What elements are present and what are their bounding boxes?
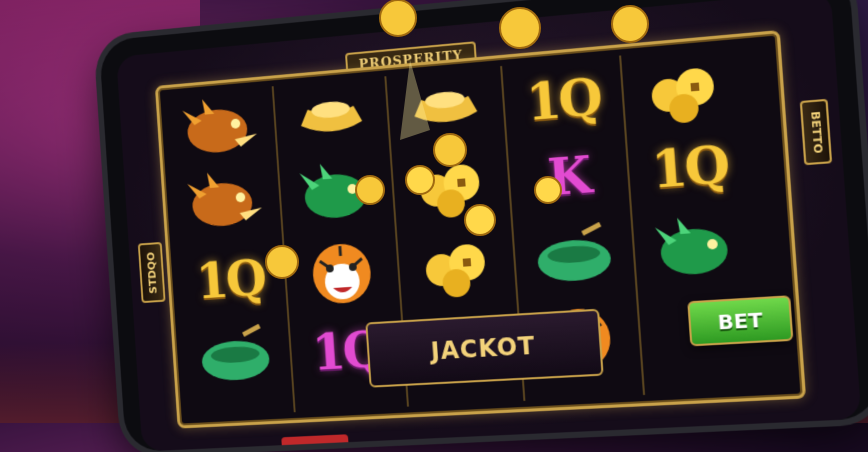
tiger-icon: [284, 230, 400, 312]
dragon-green-icon: [632, 205, 758, 291]
dragon-green-icon: [279, 151, 395, 234]
tablet-device: PROSPERITY STDQO BETTO 1Q 1Q 1Q K 1Q JAC…: [98, 0, 868, 452]
symbol-1q-gold: 1Q: [649, 133, 730, 200]
symbol-k-magenta: K: [545, 144, 591, 207]
coin-pile-icon: [397, 222, 516, 305]
slot-game-screen: PROSPERITY STDQO BETTO 1Q 1Q 1Q K 1Q JAC…: [116, 0, 862, 452]
symbol-1q-gold: 1Q: [524, 66, 602, 132]
symbol-1q-gold: 1Q: [194, 248, 266, 310]
left-side-plaque: STDQO: [137, 241, 166, 304]
bet-button[interactable]: BET: [687, 295, 794, 347]
coin-pile-icon: [391, 142, 510, 226]
dragon-gold-icon: [169, 160, 282, 242]
jackpot-label: JACKOT: [429, 331, 537, 366]
gold-ingot-icon: [274, 76, 390, 160]
dragon-gold-icon: [164, 86, 277, 169]
jackpot-display: JACKOT: [365, 308, 604, 388]
menu-tab[interactable]: [281, 434, 350, 452]
coin-pile-icon: [621, 45, 747, 133]
jade-bowl-icon: [513, 214, 636, 298]
gold-ingot-icon: [386, 66, 505, 151]
reel-1: 1Q: [163, 86, 296, 418]
jade-bowl-icon: [179, 316, 292, 396]
right-side-plaque: BETTO: [799, 98, 833, 166]
